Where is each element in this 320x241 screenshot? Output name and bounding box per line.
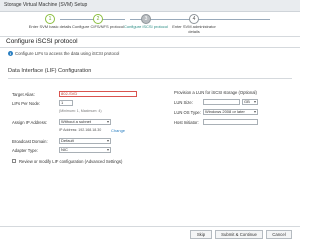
broadcast-domain-value: Default — [61, 138, 74, 143]
wizard-footer: Skip Submit & Continue Cancel — [0, 226, 300, 241]
step-2-circle: 2 — [93, 14, 103, 24]
wizard-steps: 1 Enter SVM basic details 2 Configure CI… — [0, 12, 300, 36]
host-initiator-label: Host Initiator: — [174, 120, 199, 125]
adapter-type-label: Adapter Type: — [12, 148, 38, 153]
lif-section-title: Data Interface (LIF) Configuration — [8, 68, 92, 74]
info-icon: i — [8, 51, 13, 57]
host-initiator-input[interactable] — [203, 119, 258, 125]
lifs-per-node-input[interactable]: 1 — [59, 100, 73, 106]
page-title: Configure iSCSI protocol — [6, 38, 78, 45]
step-4-label: Enter SVM administrator details — [172, 24, 216, 34]
adapter-type-select[interactable]: NIC ▾ — [59, 147, 111, 153]
divider — [0, 36, 300, 37]
chevron-down-icon: ▾ — [106, 138, 109, 143]
lun-section-title: Provision a LUN for iSCSI storage (Optio… — [174, 90, 257, 95]
cancel-button[interactable]: Cancel — [266, 230, 292, 239]
window-titlebar: Storage Virtual Machine (SVM) Setup — [0, 0, 300, 12]
window-title: Storage Virtual Machine (SVM) Setup — [4, 2, 88, 8]
assign-ip-label: Assign IP Address: — [12, 120, 48, 125]
info-message: i Configure LIFs to access the data using… — [8, 51, 120, 57]
wizard-step-4: 4 Enter SVM administrator details — [166, 14, 222, 34]
broadcast-domain-select[interactable]: Default ▾ — [59, 138, 111, 144]
step-1-circle: 1 — [45, 14, 55, 24]
broadcast-domain-label: Broadcast Domain: — [12, 139, 48, 144]
step-3-circle: 3 — [141, 14, 151, 24]
lun-size-unit-value: GB — [244, 99, 250, 104]
ip-address-text: IP Address: 192.168.18.30 — [59, 128, 102, 132]
change-ip-link[interactable]: Change — [111, 128, 125, 133]
target-alias-label: Target Alias: — [12, 92, 35, 97]
lun-os-type-label: LUN OS Type: — [174, 110, 201, 115]
target-alias-input[interactable]: 802-SVD — [59, 91, 137, 97]
review-lif-label: Review or modify LIF configuration (Adva… — [19, 159, 123, 164]
lun-os-type-value: Windows 2008 or later — [205, 109, 245, 114]
chevron-down-icon: ▾ — [253, 99, 256, 104]
review-lif-checkbox[interactable] — [12, 159, 16, 163]
submit-continue-button[interactable]: Submit & Continue — [215, 230, 263, 239]
assign-ip-value: Without a subnet — [61, 119, 92, 124]
chevron-down-icon: ▾ — [106, 119, 109, 124]
lun-size-unit-select[interactable]: GB ▾ — [242, 99, 258, 105]
lun-size-label: LUN Size: — [174, 100, 193, 105]
chevron-down-icon: ▾ — [253, 109, 256, 114]
skip-button[interactable]: Skip — [190, 230, 212, 239]
lun-os-type-select[interactable]: Windows 2008 or later ▾ — [203, 109, 258, 115]
assign-ip-select[interactable]: Without a subnet ▾ — [59, 119, 111, 125]
lun-size-input[interactable] — [203, 99, 240, 105]
chevron-down-icon: ▾ — [106, 147, 109, 152]
lifs-per-node-hint: (Minimum: 1, Maximum: 4) — [59, 109, 102, 113]
divider — [8, 78, 292, 79]
divider — [0, 47, 300, 48]
info-text: Configure LIFs to access the data using … — [15, 51, 120, 56]
lifs-per-node-label: LIFs Per Node: — [12, 101, 41, 106]
step-4-circle: 4 — [189, 14, 199, 24]
adapter-type-value: NIC — [61, 147, 68, 152]
